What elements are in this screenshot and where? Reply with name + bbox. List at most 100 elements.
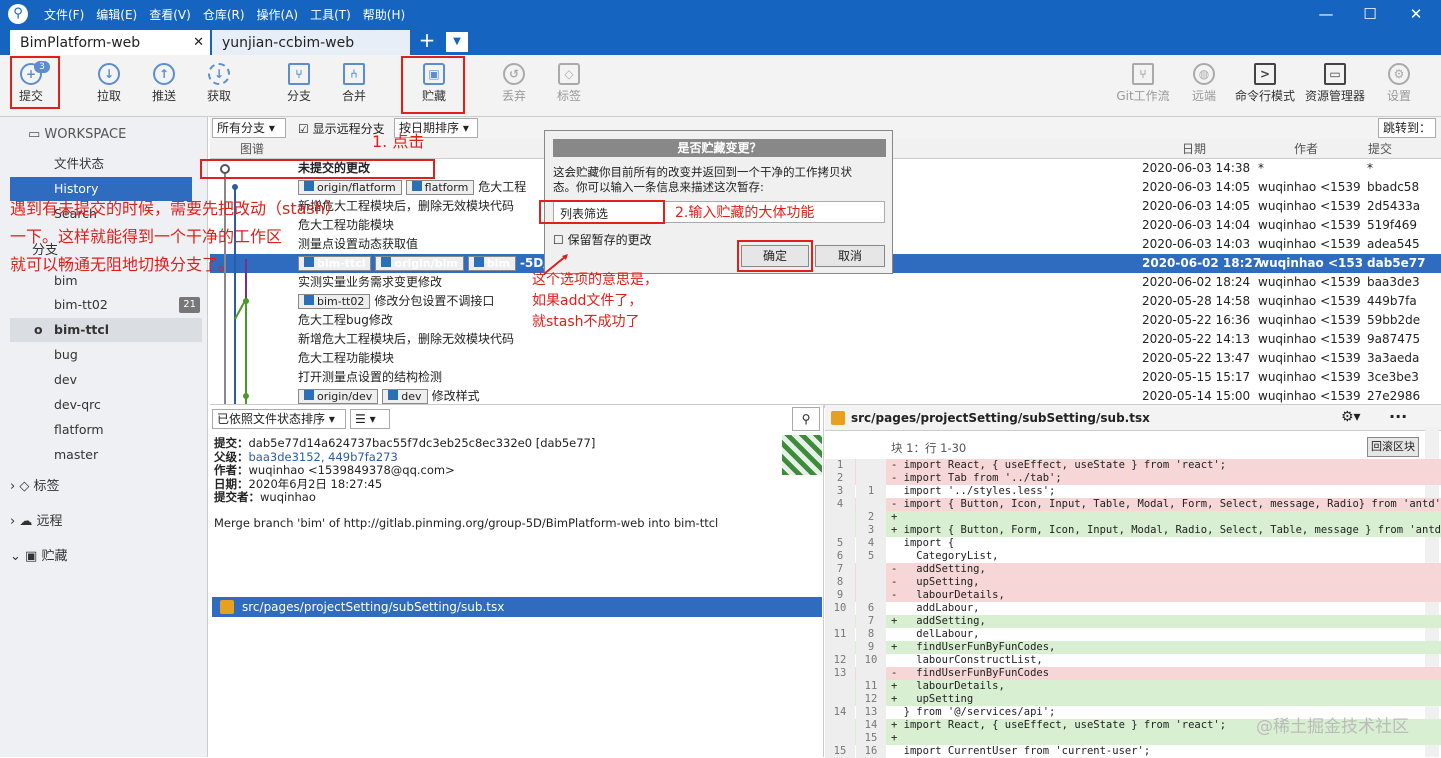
commit-hash: 449b7fa: [1367, 294, 1417, 308]
dropdown-value: 所有分支: [217, 121, 266, 135]
commit-message: 危大工程bug修改: [298, 313, 393, 327]
tag-button[interactable]: ◇ 标签: [542, 59, 596, 104]
col-date[interactable]: 日期: [1182, 139, 1206, 159]
revert-hunk-button[interactable]: 回滚区块: [1367, 437, 1419, 457]
sidebar-branch-bug[interactable]: bug: [0, 343, 208, 367]
old-line-number: 5: [825, 537, 855, 550]
maximize-icon[interactable]: ☐: [1360, 4, 1380, 24]
fetch-button[interactable]: ↓ 获取: [192, 59, 246, 104]
commit-hash: dab5e77: [1367, 256, 1426, 270]
diff-line: 11 8 delLabour,: [825, 628, 1441, 641]
menu-tools[interactable]: 工具(T): [310, 6, 351, 23]
commit-author: wuqinhao <1539: [1258, 294, 1361, 308]
commit-hash: bbadc58: [1367, 180, 1420, 194]
commit-date: 2020-05-15 15:17: [1142, 370, 1251, 384]
terminal-icon: >: [1254, 63, 1276, 85]
old-line-number: 8: [825, 576, 855, 589]
add-tab-icon[interactable]: +: [416, 30, 438, 52]
stashes-header[interactable]: ⌄ ▣ 贮藏: [10, 545, 67, 569]
diff-line: 1 - import React, { useEffect, useState }…: [825, 459, 1441, 472]
menu-file[interactable]: 文件(F): [44, 6, 84, 23]
commit-row[interactable]: 危大工程bug修改 2020-05-22 16:36 wuqinhao <1539 5…: [210, 311, 1441, 330]
more-options-icon[interactable]: ···: [1389, 407, 1407, 426]
cancel-button[interactable]: 取消: [815, 245, 885, 267]
commit-row[interactable]: 新增危大工程模块后，删除无效模块代码 2020-05-22 14:13 wuqinh…: [210, 330, 1441, 349]
date-value: 2020年6月2日 18:27:45: [248, 476, 383, 491]
sidebar-branch-dev[interactable]: dev: [0, 368, 208, 392]
commit-message: 新增危大工程模块后，删除无效模块代码: [298, 332, 515, 346]
desc-line: 态。你可以输入一条信息来描述这次暂存:: [553, 180, 764, 194]
diff-code: addLabour,: [891, 602, 980, 614]
menu-view[interactable]: 查看(V): [149, 6, 191, 23]
new-line-number: 8: [856, 628, 886, 641]
view-mode-dropdown[interactable]: ☰ ▾: [350, 409, 390, 429]
commit-hash: dab5e77d14a624737bac55f7dc3eb25c8ec332e0…: [248, 436, 596, 450]
file-sort-dropdown[interactable]: 已依照文件状态排序 ▾: [212, 409, 346, 429]
all-branches-dropdown[interactable]: 所有分支 ▾: [212, 118, 286, 138]
commit-hash: *: [1367, 161, 1373, 175]
menu-edit[interactable]: 编辑(E): [96, 6, 137, 23]
sidebar-branch-bim-tt02[interactable]: bim-tt02 21: [0, 293, 208, 317]
minimize-icon[interactable]: —: [1316, 4, 1336, 24]
sidebar-branch-flatform[interactable]: flatform: [0, 418, 208, 442]
col-author[interactable]: 作者: [1294, 139, 1318, 159]
graph-node: [232, 184, 238, 190]
remote-button[interactable]: ◍ 远端: [1177, 59, 1231, 104]
remotes-header[interactable]: › ☁ 远程: [10, 510, 62, 534]
tab-yunjian[interactable]: yunjian-ccbim-web: [212, 30, 410, 55]
tab-bimplatform[interactable]: BimPlatform-web ✕: [10, 30, 210, 55]
diff-line: 11 + labourDetails,: [825, 680, 1441, 693]
pull-button[interactable]: ↓ 拉取: [82, 59, 136, 104]
branch-tag[interactable]: origin/flatform: [298, 180, 402, 195]
branch-tag[interactable]: origin/dev: [298, 389, 379, 404]
search-icon[interactable]: ⚲: [792, 407, 820, 431]
merge-button[interactable]: ⑃ 合并: [327, 59, 381, 104]
explorer-button[interactable]: ▭ 资源管理器: [1300, 59, 1370, 104]
commit-message: 危大工程功能模块: [298, 351, 395, 365]
branch-button[interactable]: ⑂ 分支: [272, 59, 326, 104]
menu-repo[interactable]: 仓库(R): [203, 6, 245, 23]
gear-icon[interactable]: ⚙▾: [1341, 409, 1361, 425]
menu-actions[interactable]: 操作(A): [257, 6, 299, 23]
new-line-number: 1: [856, 485, 886, 498]
gear-icon: ⚙: [1388, 63, 1410, 85]
terminal-label: 命令行模式: [1234, 89, 1295, 103]
keep-staged-checkbox[interactable]: ☐ 保留暂存的更改: [553, 231, 652, 248]
branch-tag[interactable]: bim-tt02: [298, 294, 371, 309]
modified-file-icon: [831, 411, 845, 425]
commit-hash: 59bb2de: [1367, 313, 1421, 327]
annotation-line: 就stash不成功了: [532, 314, 640, 330]
parent-hashes-link[interactable]: baa3de3152, 449b7fa273: [249, 450, 398, 464]
new-line-number: 3: [856, 524, 886, 537]
settings-button[interactable]: ⚙ 设置: [1372, 59, 1426, 104]
commit-line: 提交：dab5e77d14a624737bac55f7dc3eb25c8ec33…: [214, 436, 596, 451]
checkbox-label: 保留暂存的更改: [567, 233, 652, 247]
jump-to-button[interactable]: 跳转到：: [1378, 118, 1436, 138]
avatar: [782, 435, 822, 475]
commit-row[interactable]: 危大工程功能模块 2020-05-22 13:47 wuqinhao <1539 3a…: [210, 349, 1441, 368]
col-graph[interactable]: 图谱: [240, 139, 264, 159]
push-label: 推送: [151, 89, 176, 103]
col-commit[interactable]: 提交: [1368, 139, 1392, 159]
menu-help[interactable]: 帮助(H): [363, 6, 405, 23]
sidebar-item-file-status[interactable]: 文件状态: [0, 152, 208, 176]
gitflow-button[interactable]: ⑂ Git工作流: [1110, 59, 1176, 104]
sidebar-branch-bim-ttcl[interactable]: o bim-ttcl: [10, 318, 202, 342]
date-line: 日期：2020年6月2日 18:27:45: [214, 476, 595, 492]
diff-line: 3 + import { Button, Form, Icon, Input, M…: [825, 524, 1441, 537]
branch-tag[interactable]: dev: [382, 389, 428, 404]
commit-row[interactable]: bim-tt02 修改分包设置不调接口 2020-05-28 14:58 wuqinh…: [210, 292, 1441, 311]
old-line-number: 3: [825, 485, 855, 498]
push-button[interactable]: ↑ 推送: [137, 59, 191, 104]
terminal-button[interactable]: > 命令行模式: [1232, 59, 1298, 104]
discard-button[interactable]: ↺ 丢弃: [487, 59, 541, 104]
sidebar-branch-dev-qrc[interactable]: dev-qrc: [0, 393, 208, 417]
close-window-icon[interactable]: ✕: [1406, 4, 1426, 24]
tags-header[interactable]: › ◇ 标签: [10, 475, 59, 499]
changed-file-row[interactable]: src/pages/projectSetting/subSetting/sub.…: [212, 597, 822, 617]
branch-tag[interactable]: flatform: [405, 180, 475, 195]
sidebar-branch-master[interactable]: master: [0, 443, 208, 467]
close-tab-icon[interactable]: ✕: [193, 35, 204, 50]
commit-row[interactable]: 打开测量点设置的结构检测 2020-05-15 15:17 wuqinhao <15…: [210, 368, 1441, 387]
tab-dropdown-icon[interactable]: ▼: [446, 32, 468, 52]
